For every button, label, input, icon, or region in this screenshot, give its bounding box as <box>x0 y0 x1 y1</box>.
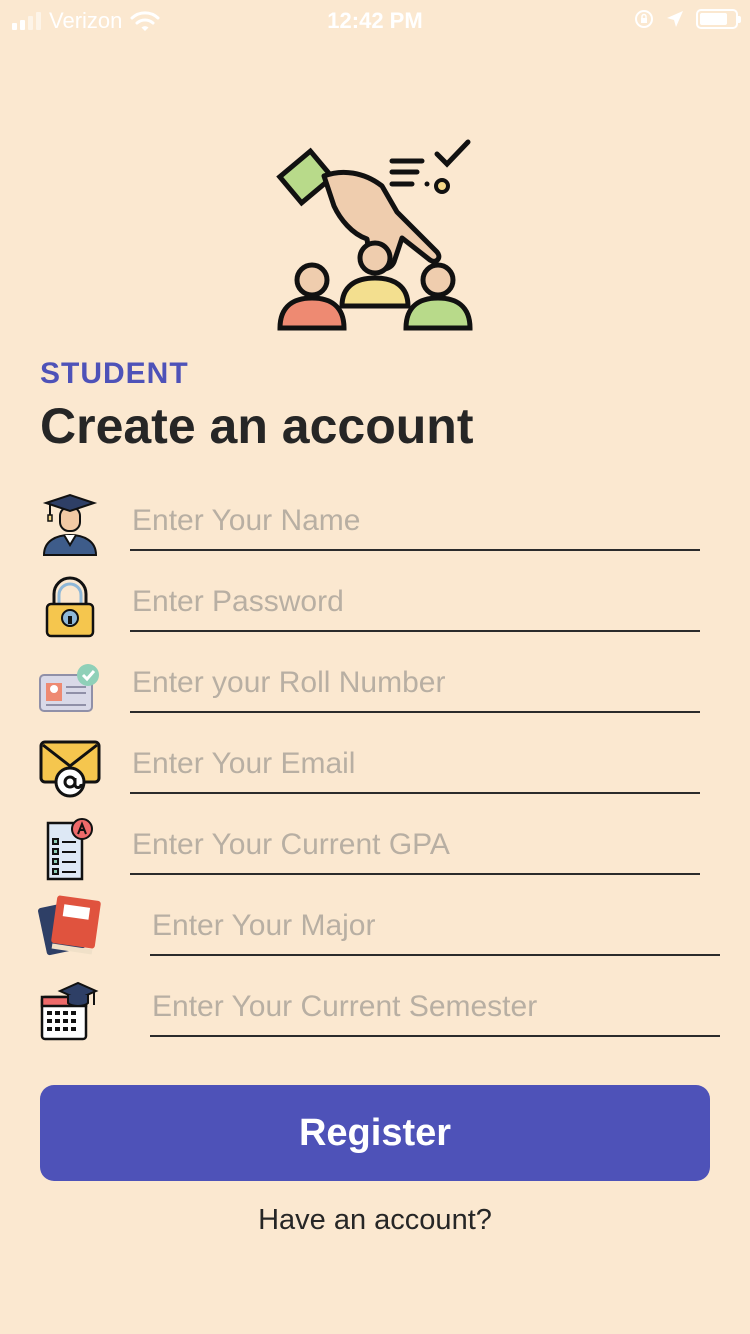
have-account-link[interactable]: Have an account? <box>0 1204 750 1237</box>
status-bar: Verizon 12:42 PM <box>0 0 750 40</box>
email-input[interactable] <box>130 742 700 794</box>
role-label: STUDENT <box>40 357 189 390</box>
rotation-lock-icon <box>635 10 653 28</box>
id-card-icon <box>39 664 99 712</box>
email-field-row <box>0 728 750 809</box>
major-field-row <box>0 890 750 971</box>
grade-report-icon <box>46 818 93 881</box>
roll-number-input[interactable] <box>130 661 700 713</box>
name-field-row <box>0 485 750 566</box>
page-title: Create an account <box>40 398 474 454</box>
location-icon <box>667 11 683 27</box>
padlock-icon <box>45 576 95 638</box>
battery-icon <box>696 9 741 29</box>
gpa-input[interactable] <box>130 823 700 875</box>
password-input[interactable] <box>130 580 700 632</box>
graduate-icon <box>42 493 98 556</box>
major-input[interactable] <box>150 904 720 956</box>
voting-hand-illustration <box>276 139 473 331</box>
calendar-cap-icon <box>40 981 99 1041</box>
semester-field-row <box>0 971 750 1052</box>
email-icon <box>39 740 101 798</box>
register-button[interactable]: Register <box>40 1085 710 1181</box>
roll-number-field-row <box>0 647 750 728</box>
books-icon <box>38 895 101 956</box>
password-field-row <box>0 566 750 647</box>
semester-input[interactable] <box>150 985 720 1037</box>
name-input[interactable] <box>130 499 700 551</box>
gpa-field-row <box>0 809 750 890</box>
